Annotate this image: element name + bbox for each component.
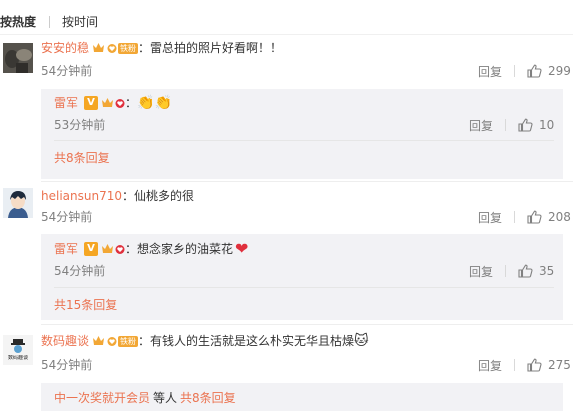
reply-button[interactable]: 回复	[469, 263, 493, 280]
sub-reply-time: 54分钟前	[54, 264, 106, 278]
comment-time: 54分钟前	[41, 210, 93, 224]
reply-summary-text: 等人	[153, 391, 178, 405]
comment-divider	[41, 324, 573, 325]
vip-crown-icon	[93, 43, 105, 52]
fan-badge: 铁粉	[107, 335, 139, 348]
sub-reply-text: ：	[125, 96, 138, 110]
fan-heart-icon	[107, 43, 117, 53]
comment-text: ：仙桃多的很	[121, 189, 194, 203]
like-count: 10	[539, 118, 555, 132]
sort-by-hot-tab[interactable]: 按热度	[0, 12, 36, 32]
action-divider	[505, 119, 507, 131]
thumbs-up-icon	[527, 64, 542, 78]
more-replies-link[interactable]: 共15条回复	[54, 297, 117, 313]
comment-divider	[41, 181, 573, 182]
vip-crown-icon	[93, 336, 105, 345]
like-count: 275	[548, 358, 571, 372]
verified-badge: V	[84, 96, 99, 110]
sort-bar-underline	[0, 34, 573, 35]
reply-divider	[54, 287, 554, 288]
like-button[interactable]: 208	[527, 210, 571, 224]
reply-button[interactable]: 回复	[478, 209, 502, 226]
comment-header: 数码趣谈 铁粉 ：有钱人的生活就是这么朴实无华且枯燥 🐱	[41, 332, 369, 350]
comment-actions: 回复 208	[478, 209, 571, 225]
action-divider	[505, 265, 507, 277]
like-button[interactable]: 35	[518, 264, 554, 278]
comment-header: 安安的稳 铁粉 ：雷总拍的照片好看啊！！	[41, 39, 282, 57]
thumbs-up-icon	[527, 358, 542, 372]
fan-heart-icon	[107, 336, 117, 346]
sort-by-time-tab[interactable]: 按时间	[62, 12, 98, 32]
avatar[interactable]: 数码趣谈	[3, 335, 33, 365]
comment-username[interactable]: 数码趣谈	[41, 332, 89, 350]
comment-time: 54分钟前	[41, 64, 93, 78]
thumbs-up-icon	[518, 264, 533, 278]
sub-reply-time: 53分钟前	[54, 118, 106, 132]
reply-button[interactable]: 回复	[469, 117, 493, 134]
like-button[interactable]: 299	[527, 64, 571, 78]
comment-username[interactable]: heliansun710	[41, 187, 122, 205]
action-divider	[514, 65, 516, 77]
like-count: 208	[548, 210, 571, 224]
comment-header: heliansun710 ：仙桃多的很	[41, 187, 194, 205]
thumbs-up-icon	[518, 118, 533, 132]
reply-divider	[54, 140, 554, 141]
vip-crown-icon	[102, 98, 114, 107]
action-divider	[514, 359, 516, 371]
avatar-label: 数码趣谈	[7, 355, 28, 361]
vip-crown-icon	[102, 244, 114, 253]
verified-badge: V	[84, 242, 99, 256]
avatar[interactable]	[3, 188, 33, 218]
like-button[interactable]: 275	[527, 358, 571, 372]
replier-username[interactable]: 中一次奖就开会员	[54, 389, 150, 407]
sub-reply-username[interactable]: 雷军	[54, 94, 78, 112]
reply-button[interactable]: 回复	[478, 357, 502, 374]
comment-actions: 回复 275	[478, 357, 571, 373]
reply-summary: 中一次奖就开会员 等人 共8条回复	[54, 389, 236, 407]
thumbs-up-icon	[527, 210, 542, 224]
sub-reply-actions: 回复 10	[469, 117, 554, 133]
avatar[interactable]	[3, 43, 33, 73]
action-divider	[514, 211, 516, 223]
more-replies-link[interactable]: 共8条回复	[180, 389, 236, 407]
sub-reply-actions: 回复 35	[469, 263, 554, 279]
like-count: 299	[548, 64, 571, 78]
sub-reply-text: ：想念家乡的油菜花	[125, 242, 234, 256]
comment-time: 54分钟前	[41, 358, 93, 372]
reply-button[interactable]: 回复	[478, 63, 502, 80]
sort-divider	[49, 16, 51, 28]
fan-badge: 铁粉	[107, 42, 139, 55]
clapping-hands-icon: 👏👏	[137, 95, 172, 111]
fan-badge-label: 铁粉	[118, 335, 139, 347]
comment-text: ：有钱人的生活就是这么朴实无华且枯燥	[138, 334, 355, 348]
cat-face-icon: 🐱	[354, 333, 369, 349]
like-button[interactable]: 10	[518, 118, 554, 132]
comment-actions: 回复 299	[478, 63, 571, 79]
like-count: 35	[539, 264, 555, 278]
sort-bar: 按热度 按时间	[0, 12, 98, 32]
heart-icon: ❤	[235, 239, 249, 258]
sub-reply-username[interactable]: 雷军	[54, 240, 78, 258]
more-replies-link[interactable]: 共8条回复	[54, 150, 110, 166]
sub-reply-header: 雷军 V ：想念家乡的油菜花 ❤	[54, 240, 248, 258]
fan-heart-icon	[115, 244, 125, 254]
comment-username[interactable]: 安安的稳	[41, 39, 89, 57]
comment-text: ：雷总拍的照片好看啊！！	[138, 41, 283, 55]
fan-badge-label: 铁粉	[118, 42, 139, 54]
sub-reply-header: 雷军 V ： 👏👏	[54, 94, 172, 112]
fan-heart-icon	[115, 98, 125, 108]
